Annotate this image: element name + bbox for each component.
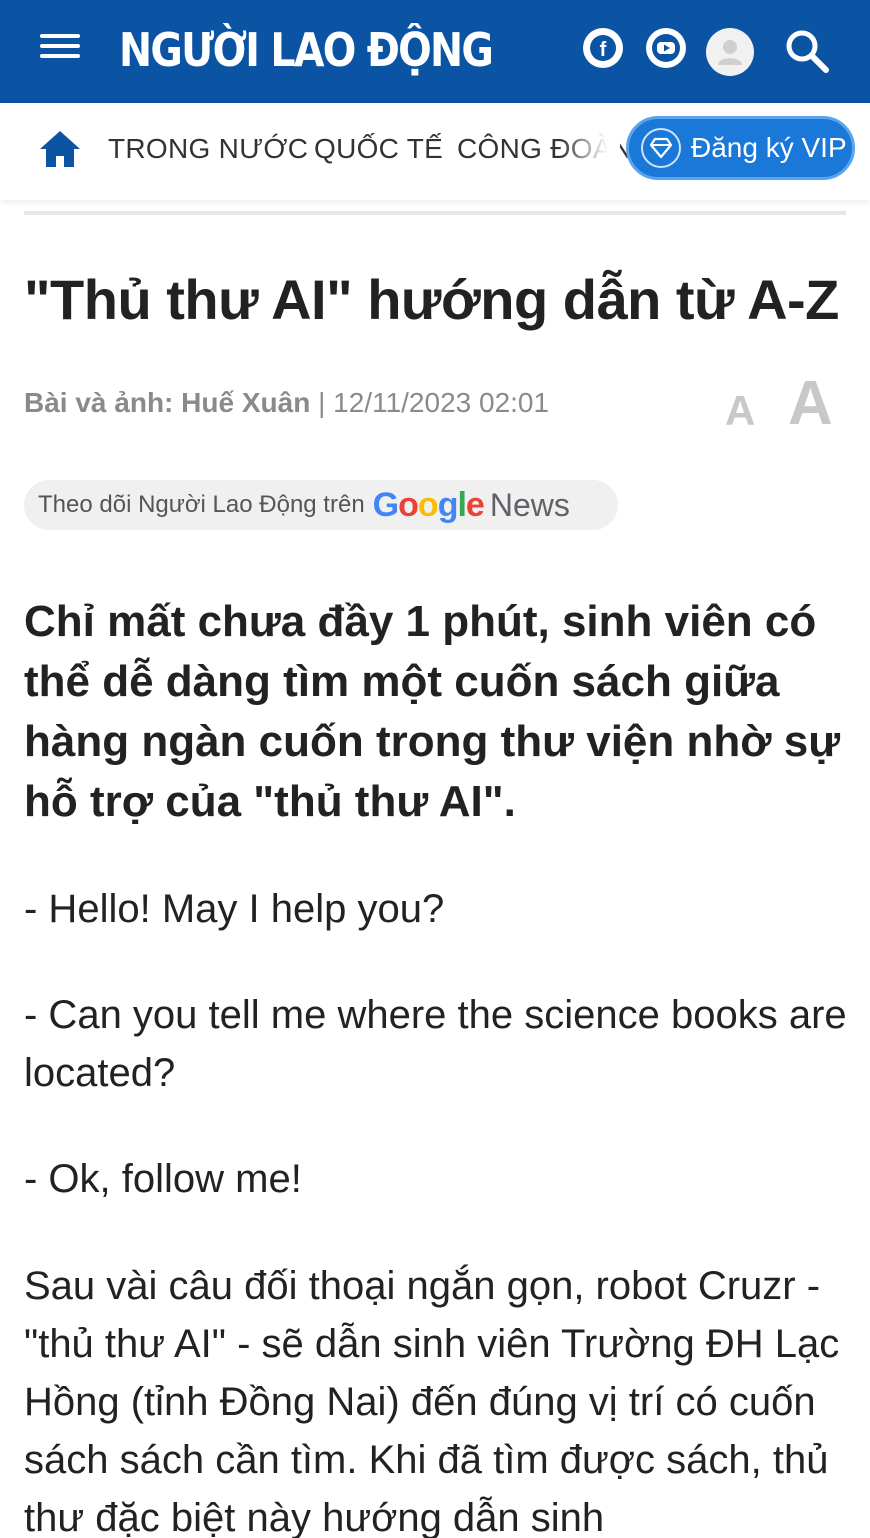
google-news-follow-button[interactable]: Theo dõi Người Lao Động trên Google News xyxy=(24,480,618,530)
article-paragraph: - Can you tell me where the science book… xyxy=(24,993,847,1095)
font-increase-button[interactable]: A xyxy=(788,368,833,439)
article-byline: Bài và ảnh: Huế Xuân | 12/11/2023 02:01 xyxy=(24,387,549,419)
article-paragraph: - Ok, follow me! xyxy=(24,1157,302,1201)
article-paragraph: Sau vài câu đối thoại ngắn gọn, robot Cr… xyxy=(24,1264,840,1538)
divider xyxy=(24,211,846,215)
author-name[interactable]: Huế Xuân xyxy=(181,387,310,418)
user-icon[interactable] xyxy=(706,28,754,76)
vip-register-button[interactable]: Đăng ký VIP xyxy=(626,116,855,180)
site-header: NGƯỜI LAO ĐỘNG f xyxy=(0,0,870,103)
article-title: "Thủ thư AI" hướng dẫn từ A-Z xyxy=(24,268,839,331)
byline-prefix: Bài và ảnh: xyxy=(24,387,174,418)
diamond-icon xyxy=(641,128,681,168)
site-logo[interactable]: NGƯỜI LAO ĐỘNG xyxy=(119,22,494,78)
byline-separator: | xyxy=(318,387,326,418)
youtube-icon[interactable] xyxy=(646,28,686,68)
menu-icon[interactable] xyxy=(40,34,80,66)
follow-text: Theo dõi Người Lao Động trên xyxy=(38,491,365,518)
search-icon[interactable] xyxy=(784,28,830,74)
font-decrease-button[interactable]: A xyxy=(725,387,755,435)
vip-label: Đăng ký VIP xyxy=(691,132,847,163)
article-paragraph: - Hello! May I help you? xyxy=(24,887,445,931)
nav-item-trong-nuoc[interactable]: TRONG NƯỚC xyxy=(108,133,308,165)
article-sapo: Chỉ mất chưa đầy 1 phút, sinh viên có th… xyxy=(24,597,841,826)
facebook-icon[interactable]: f xyxy=(583,28,623,68)
nav-fade xyxy=(560,113,620,193)
nav-item-quoc-te[interactable]: QUỐC TẾ xyxy=(314,133,443,165)
svg-text:f: f xyxy=(600,39,607,61)
google-logo: Google xyxy=(372,485,485,524)
home-icon[interactable] xyxy=(38,129,82,169)
news-word: News xyxy=(489,486,570,523)
publish-datetime: 12/11/2023 02:01 xyxy=(333,387,550,418)
